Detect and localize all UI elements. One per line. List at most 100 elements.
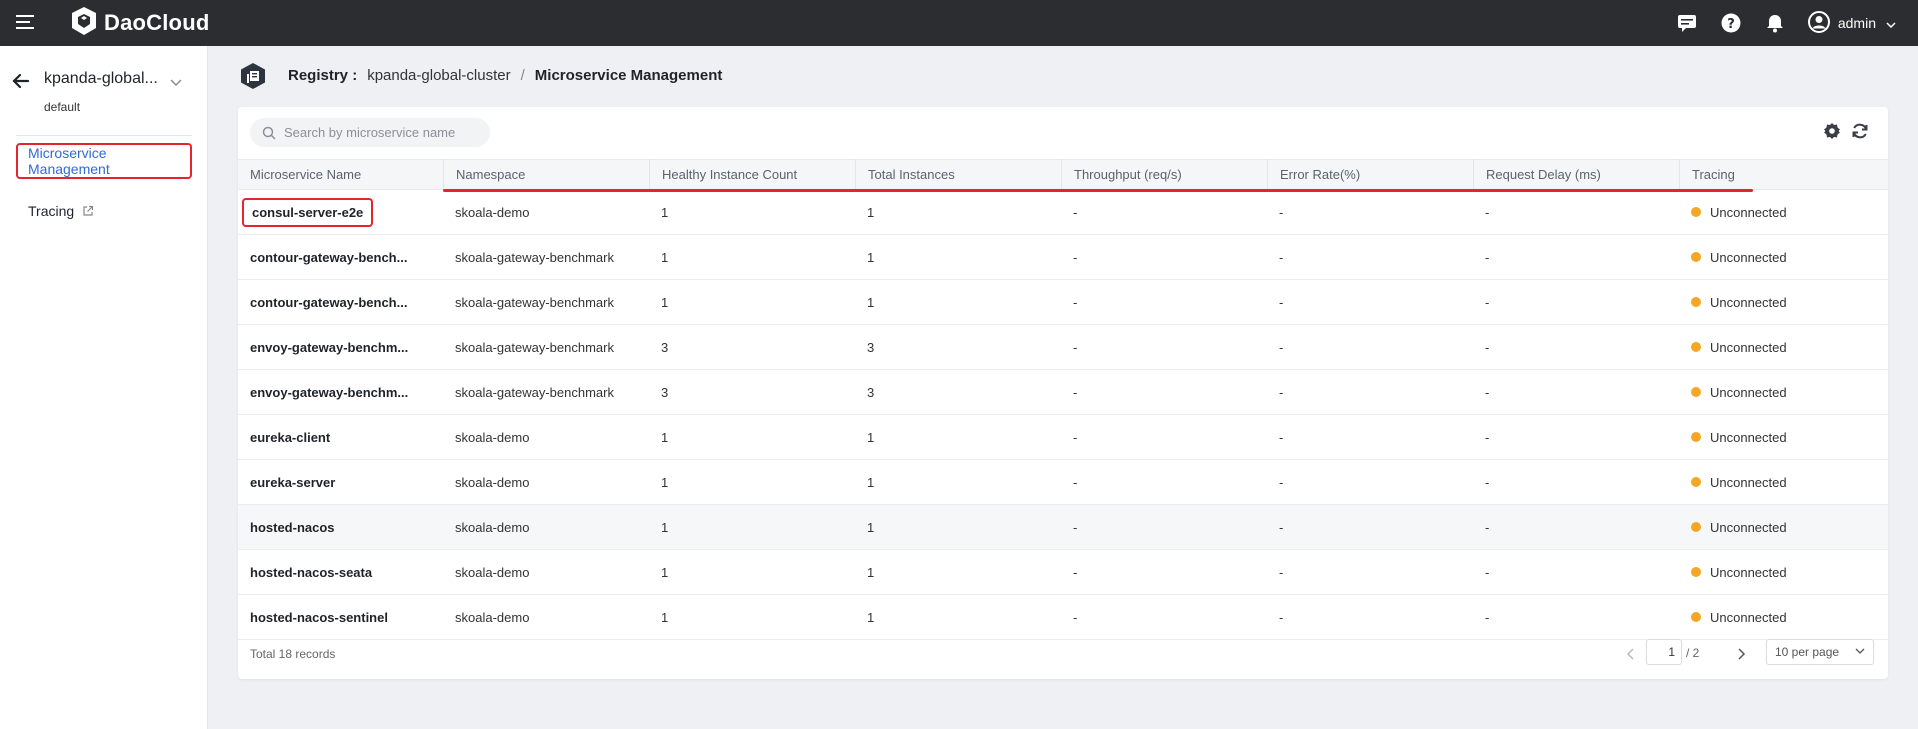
column-header-error-rate[interactable]: Error Rate(%) — [1267, 159, 1473, 190]
breadcrumb-separator: / — [520, 67, 525, 84]
status-dot — [1691, 612, 1701, 622]
status-badge: Unconnected — [1691, 250, 1888, 265]
message-icon[interactable] — [1676, 12, 1698, 34]
microservice-link[interactable]: hosted-nacos — [238, 520, 443, 535]
cell-namespace: skoala-demo — [455, 429, 530, 445]
status-badge: Unconnected — [1691, 430, 1888, 445]
status-text: Unconnected — [1710, 609, 1787, 625]
cell-throughput: - — [1073, 384, 1078, 400]
cell-namespace: skoala-gateway-benchmark — [455, 384, 614, 400]
cell-tracing: Unconnected — [1679, 295, 1888, 310]
cell-healthy: 1 — [661, 564, 669, 580]
column-header-tracing[interactable]: Tracing — [1679, 159, 1888, 190]
cell-tracing: Unconnected — [1679, 205, 1888, 220]
column-header-total[interactable]: Total Instances — [855, 159, 1061, 190]
column-header-delay[interactable]: Request Delay (ms) — [1473, 159, 1679, 190]
status-text: Unconnected — [1710, 429, 1787, 445]
user-name: admin — [1837, 15, 1876, 31]
cell-namespace: skoala-gateway-benchmark — [455, 294, 614, 310]
chevron-left-icon[interactable] — [1624, 647, 1638, 661]
user-menu[interactable]: admin — [1807, 10, 1896, 36]
back-arrow-icon[interactable] — [12, 72, 30, 90]
microservice-link[interactable]: envoy-gateway-benchm... — [238, 385, 443, 400]
column-header-throughput[interactable]: Throughput (req/s) — [1061, 159, 1267, 190]
table-row[interactable]: hosted-nacos-seata skoala-demo 1 1 - - - Unconn… — [238, 550, 1888, 595]
cell-total: 1 — [867, 204, 875, 220]
sidebar-item-tracing[interactable]: Tracing — [28, 196, 94, 226]
search-input[interactable] — [284, 125, 484, 140]
cell-total: 1 — [867, 429, 875, 445]
table-row[interactable]: consul-server-e2e skoala-demo 1 1 - - - Unconne… — [238, 190, 1888, 235]
cell-tracing: Unconnected — [1679, 430, 1888, 445]
table-row[interactable]: envoy-gateway-benchm... skoala-gateway-be… — [238, 325, 1888, 370]
page-number-input[interactable]: 1 — [1646, 639, 1682, 665]
bell-icon[interactable] — [1764, 12, 1786, 34]
help-icon[interactable]: ? — [1720, 12, 1742, 34]
microservice-link[interactable]: eureka-client — [238, 430, 443, 445]
status-text: Unconnected — [1710, 339, 1787, 355]
cell-tracing: Unconnected — [1679, 475, 1888, 490]
menu-icon[interactable] — [16, 13, 36, 31]
microservice-link[interactable]: eureka-server — [238, 475, 443, 490]
microservice-link[interactable]: hosted-nacos-seata — [238, 565, 443, 580]
breadcrumb-cluster-link[interactable]: kpanda-global-cluster — [367, 67, 510, 84]
search-box[interactable] — [250, 118, 490, 147]
cell-error-rate: - — [1279, 609, 1284, 625]
status-text: Unconnected — [1710, 249, 1787, 265]
status-badge: Unconnected — [1691, 385, 1888, 400]
cluster-selector[interactable]: kpanda-global... — [44, 70, 158, 88]
cell-delay: - — [1485, 564, 1490, 580]
cell-delay: - — [1485, 384, 1490, 400]
status-text: Unconnected — [1710, 384, 1787, 400]
cell-healthy: 1 — [661, 429, 669, 445]
status-text: Unconnected — [1710, 204, 1787, 220]
breadcrumb-current: Microservice Management — [534, 67, 723, 84]
status-badge: Unconnected — [1691, 340, 1888, 355]
cell-throughput: - — [1073, 474, 1078, 490]
status-badge: Unconnected — [1691, 205, 1888, 220]
table-row[interactable]: contour-gateway-bench... skoala-gateway-b… — [238, 235, 1888, 280]
total-records: Total 18 records — [250, 647, 336, 661]
status-badge: Unconnected — [1691, 295, 1888, 310]
registry-icon — [240, 62, 266, 90]
status-dot — [1691, 342, 1701, 352]
microservice-link[interactable]: envoy-gateway-benchm... — [238, 340, 443, 355]
table-row[interactable]: hosted-nacos skoala-demo 1 1 - - - Unconnected — [238, 505, 1888, 550]
table-row[interactable]: eureka-client skoala-demo 1 1 - - - Unconnected — [238, 415, 1888, 460]
breadcrumb-label: Registry : — [288, 67, 358, 84]
cell-total: 3 — [867, 339, 875, 355]
table-row[interactable]: hosted-nacos-sentinel skoala-demo 1 1 - - - Unc… — [238, 595, 1888, 640]
column-header-namespace[interactable]: Namespace — [443, 159, 649, 190]
column-header-healthy[interactable]: Healthy Instance Count — [649, 159, 855, 190]
settings-icon[interactable] — [1822, 121, 1842, 141]
brand-name: DaoCloud — [104, 9, 210, 35]
chevron-right-icon[interactable] — [1734, 647, 1748, 661]
microservice-link[interactable]: contour-gateway-bench... — [238, 250, 443, 265]
page-size-select[interactable]: 10 per page — [1766, 639, 1874, 665]
namespace-label: default — [44, 100, 81, 114]
table-row[interactable]: eureka-server skoala-demo 1 1 - - - Unconnected — [238, 460, 1888, 505]
microservice-link[interactable]: consul-server-e2e — [238, 197, 443, 227]
cell-error-rate: - — [1279, 519, 1284, 535]
cell-healthy: 1 — [661, 519, 669, 535]
microservice-link[interactable]: contour-gateway-bench... — [238, 295, 443, 310]
status-badge: Unconnected — [1691, 520, 1888, 535]
chevron-down-icon[interactable] — [170, 74, 182, 90]
brand-logo[interactable]: DaoCloud — [70, 6, 209, 39]
microservice-link[interactable]: hosted-nacos-sentinel — [238, 610, 443, 625]
sidebar-item-microservice-management[interactable]: Microservice Management — [16, 143, 192, 179]
highlight-underline — [443, 189, 1753, 192]
table-row[interactable]: contour-gateway-bench... skoala-gateway-b… — [238, 280, 1888, 325]
status-badge: Unconnected — [1691, 610, 1888, 625]
table-row[interactable]: envoy-gateway-benchm... skoala-gateway-be… — [238, 370, 1888, 415]
cell-healthy: 1 — [661, 204, 669, 220]
cell-tracing: Unconnected — [1679, 520, 1888, 535]
refresh-icon[interactable] — [1850, 121, 1870, 141]
column-header-name[interactable]: Microservice Name — [238, 159, 443, 190]
highlighted-microservice-name[interactable]: consul-server-e2e — [242, 197, 374, 227]
status-text: Unconnected — [1710, 564, 1787, 580]
cell-namespace: skoala-gateway-benchmark — [455, 249, 614, 265]
cell-error-rate: - — [1279, 429, 1284, 445]
external-link-icon — [83, 205, 94, 216]
status-badge: Unconnected — [1691, 475, 1888, 490]
